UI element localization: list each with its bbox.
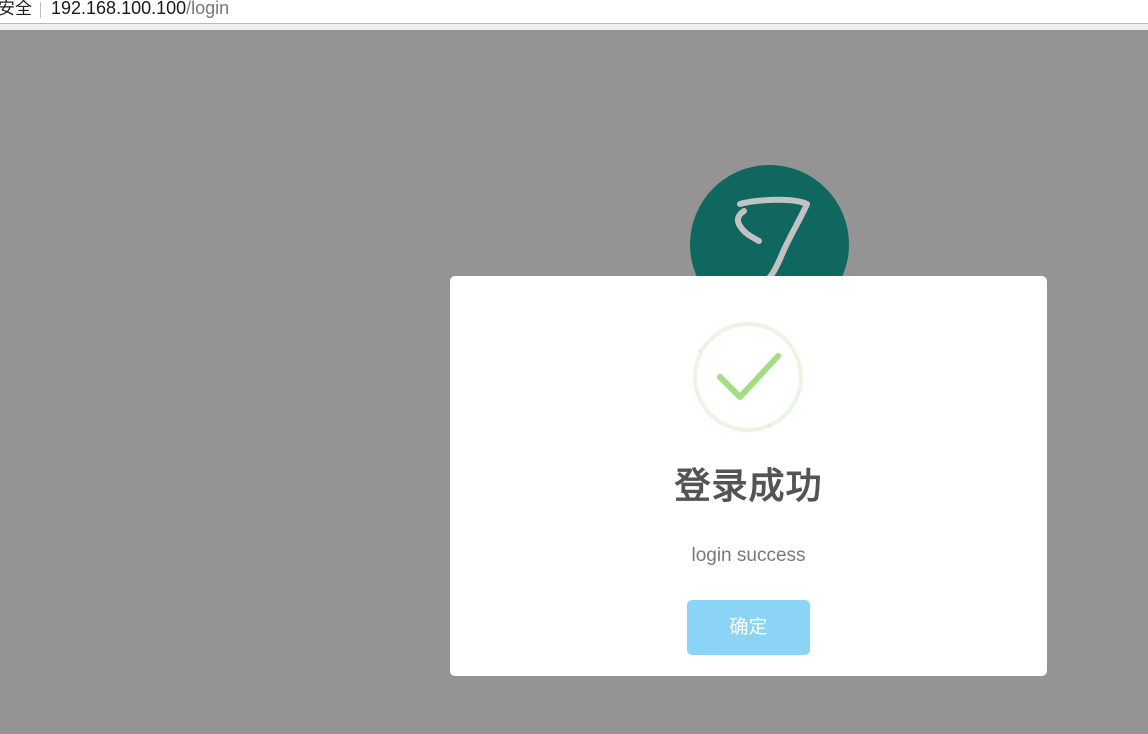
security-label[interactable]: 安全 (0, 0, 32, 18)
check-ring (693, 322, 803, 432)
confirm-button[interactable]: 确定 (687, 600, 810, 655)
address-divider (40, 2, 41, 18)
dialog-title: 登录成功 (674, 466, 823, 507)
check-ring-accent-left (698, 349, 701, 353)
url-host: 192.168.100.100 (51, 0, 187, 18)
address-bar[interactable]: 安全 192.168.100.100/login (0, 0, 1148, 24)
url-text[interactable]: 192.168.100.100/login (51, 0, 229, 18)
dialog-message: login success (691, 545, 806, 566)
url-path: /login (186, 0, 230, 18)
check-mark (717, 353, 781, 400)
success-check-icon (692, 321, 804, 433)
success-dialog: 登录成功 login success 确定 (450, 276, 1047, 676)
